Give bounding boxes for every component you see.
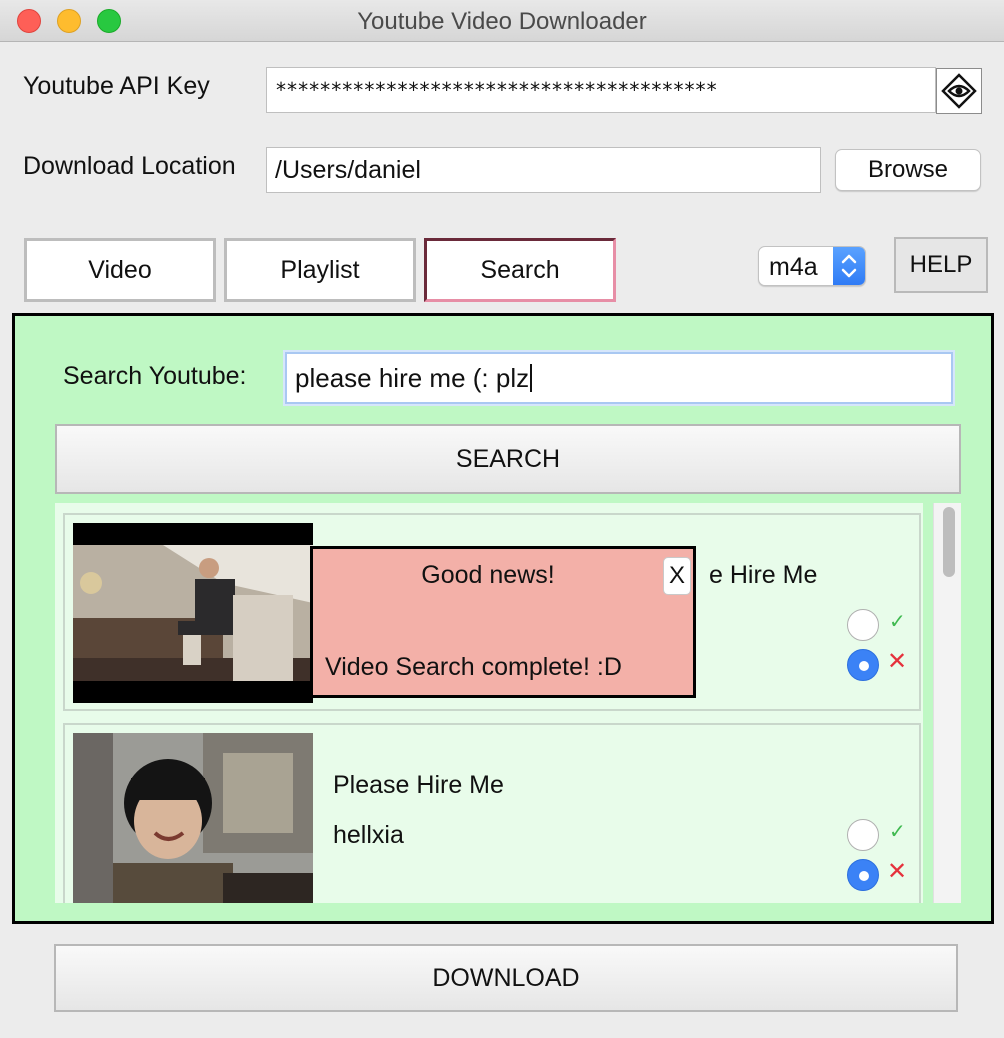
result-channel: hellxia <box>333 821 404 849</box>
api-key-label: Youtube API Key <box>23 72 210 100</box>
select-stepper[interactable] <box>833 247 865 285</box>
scrollbar-thumb[interactable] <box>943 507 955 577</box>
tab-playlist[interactable]: Playlist <box>224 238 416 302</box>
result-title: Please Hire Me <box>333 771 504 799</box>
tab-video[interactable]: Video <box>24 238 216 302</box>
format-select[interactable]: m4a <box>758 246 866 286</box>
popup-close-button[interactable]: X <box>663 557 691 595</box>
popup-message: Video Search complete! :D <box>325 653 622 681</box>
cross-icon: ✕ <box>887 648 908 675</box>
check-icon: ✓ <box>889 821 906 843</box>
reject-radio[interactable] <box>847 649 879 681</box>
search-query: please hire me (: plz <box>295 362 530 393</box>
download-location-field[interactable]: /Users/daniel <box>266 147 821 193</box>
result-title: e Hire Me <box>709 561 818 589</box>
download-location-label: Download Location <box>23 152 236 180</box>
popup-title: Good news! <box>421 561 555 589</box>
thumbnail-image <box>73 523 313 703</box>
result-item: Please Hire Me hellxia ✓ ✕ <box>63 723 921 903</box>
thumbnail-image <box>73 733 313 903</box>
help-button[interactable]: HELP <box>894 237 988 293</box>
video-thumbnail[interactable] <box>73 523 313 703</box>
tab-search[interactable]: Search <box>424 238 616 302</box>
video-thumbnail[interactable] <box>73 733 313 903</box>
notification-popup: Good news! X Video Search complete! :D <box>310 546 696 698</box>
search-button[interactable]: SEARCH <box>55 424 961 494</box>
api-key-field[interactable]: **************************************** <box>266 67 936 113</box>
title-bar: Youtube Video Downloader <box>0 0 1004 42</box>
download-button[interactable]: DOWNLOAD <box>54 944 958 1012</box>
window-title: Youtube Video Downloader <box>357 8 647 35</box>
search-input[interactable]: please hire me (: plz <box>285 352 953 404</box>
accept-radio[interactable] <box>847 609 879 641</box>
search-label: Search Youtube: <box>63 362 247 390</box>
toggle-api-key-visibility-button[interactable] <box>936 68 982 114</box>
reject-radio[interactable] <box>847 859 879 891</box>
check-icon: ✓ <box>889 611 906 633</box>
cross-icon: ✕ <box>887 858 908 885</box>
download-location-value: /Users/daniel <box>275 155 421 184</box>
results-scrollbar[interactable] <box>933 503 961 903</box>
accept-radio[interactable] <box>847 819 879 851</box>
format-select-value: m4a <box>769 253 818 281</box>
text-caret <box>530 364 533 392</box>
chevron-up-down-icon <box>841 254 857 278</box>
eye-icon <box>941 73 977 109</box>
browse-button[interactable]: Browse <box>835 149 981 191</box>
api-key-value: **************************************** <box>275 78 718 102</box>
